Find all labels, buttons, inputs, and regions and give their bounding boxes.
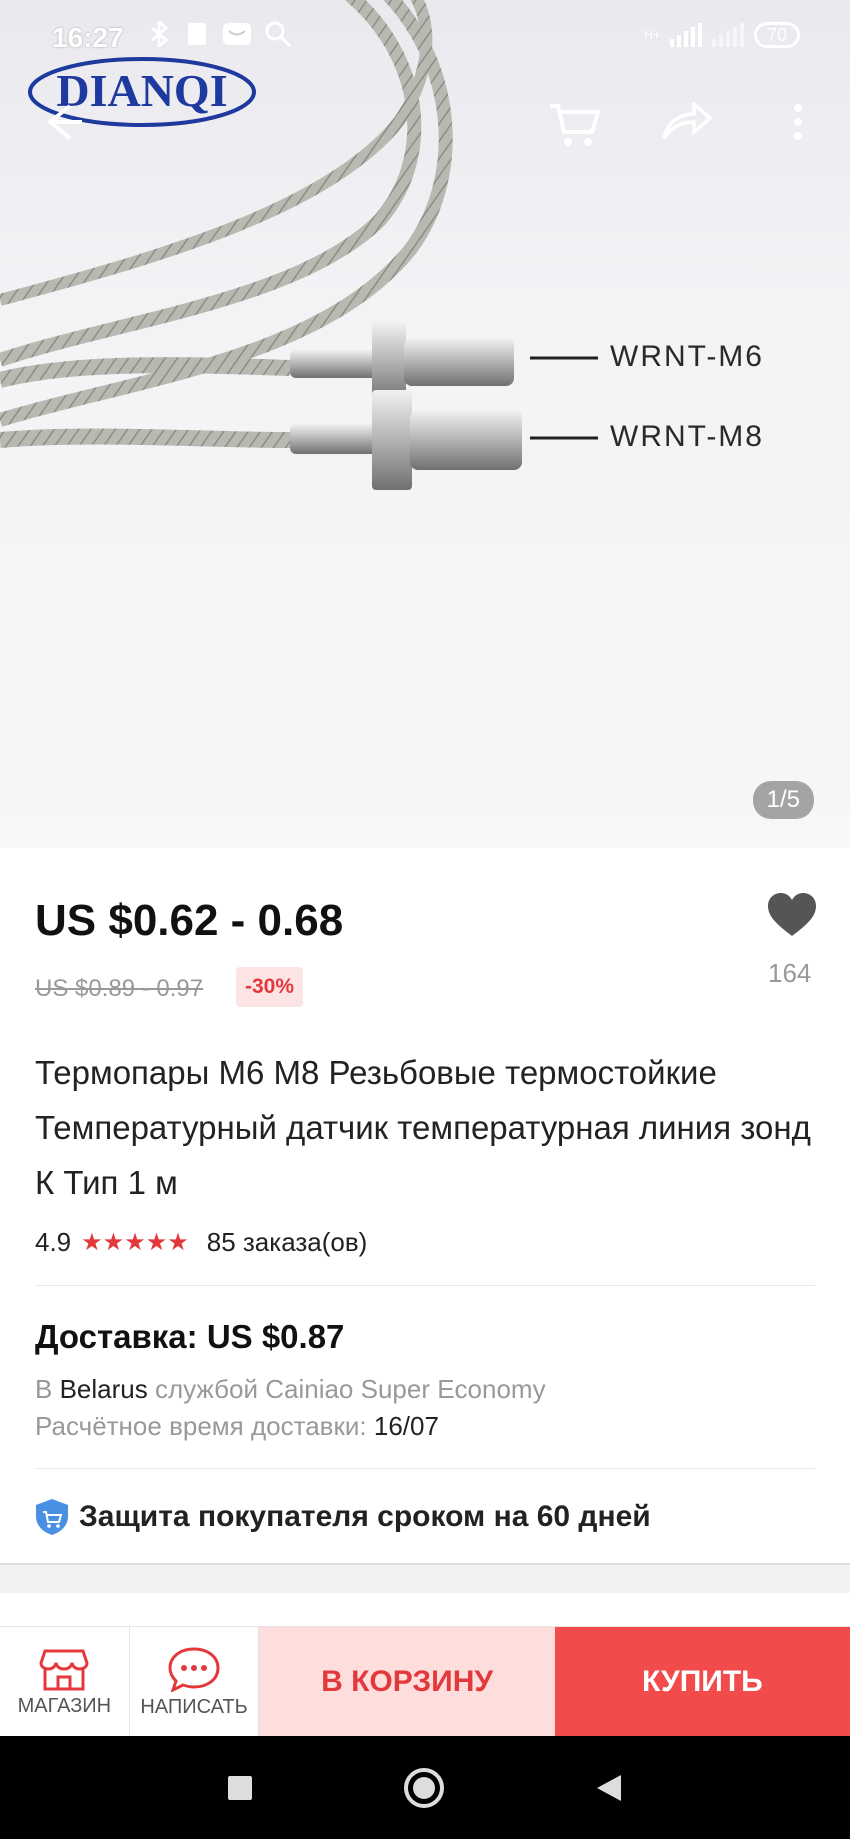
battery-indicator: 70: [753, 22, 800, 48]
message-button[interactable]: НАПИСАТЬ: [130, 1627, 260, 1737]
store-icon: [39, 1649, 89, 1690]
bluetooth-icon: [151, 21, 169, 47]
shipping-country: Belarus: [59, 1374, 148, 1404]
section-separator: [0, 1563, 850, 1593]
buy-now-button[interactable]: КУПИТЬ: [554, 1627, 850, 1737]
status-time: 16:27: [52, 22, 124, 53]
add-to-cart-button[interactable]: В КОРЗИНУ: [259, 1627, 555, 1737]
store-button[interactable]: МАГАЗИН: [0, 1627, 130, 1737]
message-label: НАПИСАТЬ: [140, 1695, 248, 1718]
product-title: Термопары М6 М8 Резьбовые термостойкие Т…: [35, 1054, 811, 1201]
shipping-eta-label: Расчётное время доставки:: [35, 1411, 367, 1441]
status-right: H+ 70: [644, 22, 800, 48]
shipping-service: службой Cainiao Super Economy: [154, 1374, 546, 1404]
home-icon[interactable]: [403, 1767, 445, 1809]
message-icon: [223, 23, 251, 45]
search-status-icon: [265, 21, 292, 48]
signal-icon: [669, 23, 702, 47]
old-price: US $0.89 - 0.97: [35, 975, 204, 1002]
shipping-eta-value: 16/07: [373, 1411, 439, 1441]
more-options-icon[interactable]: [790, 102, 806, 144]
wishlist-count: 164: [768, 958, 812, 988]
signal-2-icon: [711, 23, 744, 47]
model-label-m6: WRNT-M6: [610, 340, 764, 373]
image-counter: 1/5: [752, 781, 814, 819]
recent-apps-icon[interactable]: [227, 1775, 253, 1801]
cart-icon[interactable]: [548, 100, 600, 148]
rating-value: 4.9: [35, 1227, 72, 1257]
orders-count: 85 заказа(ов): [206, 1227, 368, 1257]
back-arrow-icon[interactable]: [42, 102, 82, 142]
shipping-destination: В Belarus службой Cainiao Super Economy: [35, 1374, 546, 1405]
divider: [35, 1468, 815, 1469]
shield-cart-icon: [36, 1499, 68, 1535]
network-type: H+: [644, 28, 660, 42]
rating-row[interactable]: 4.9 ★★★★★ 85 заказа(ов): [35, 1227, 367, 1258]
product-image-gallery[interactable]: WRNT-M6 WRNT-M8 DIANQI 16:27 H+ 70 1/5: [0, 0, 850, 848]
model-label-m8: WRNT-M8: [610, 420, 764, 453]
sim-icon: [188, 23, 206, 45]
store-label: МАГАЗИН: [17, 1694, 112, 1717]
share-icon[interactable]: [660, 102, 712, 142]
back-icon[interactable]: [595, 1773, 623, 1803]
buyer-protection[interactable]: Защита покупателя сроком на 60 дней: [35, 1498, 651, 1536]
shipping-eta: Расчётное время доставки: 16/07: [35, 1411, 439, 1442]
price: US $0.62 - 0.68: [35, 896, 344, 945]
buyer-protection-text: Защита покупателя сроком на 60 дней: [79, 1500, 651, 1533]
rating-stars: ★★★★★: [81, 1229, 189, 1256]
brand-logo-text: DIANQI: [56, 65, 227, 116]
wishlist-heart-icon[interactable]: [766, 892, 818, 938]
status-icons: [146, 20, 292, 48]
discount-badge: -30%: [236, 967, 304, 1007]
divider: [35, 1285, 815, 1286]
chat-icon: [168, 1646, 220, 1692]
shipping-prefix: В: [35, 1374, 53, 1404]
action-bar: МАГАЗИН НАПИСАТЬ В КОРЗИНУ КУПИТЬ: [0, 1626, 850, 1737]
system-navigation-bar: [0, 1736, 850, 1839]
shipping-title[interactable]: Доставка: US $0.87: [35, 1318, 344, 1356]
